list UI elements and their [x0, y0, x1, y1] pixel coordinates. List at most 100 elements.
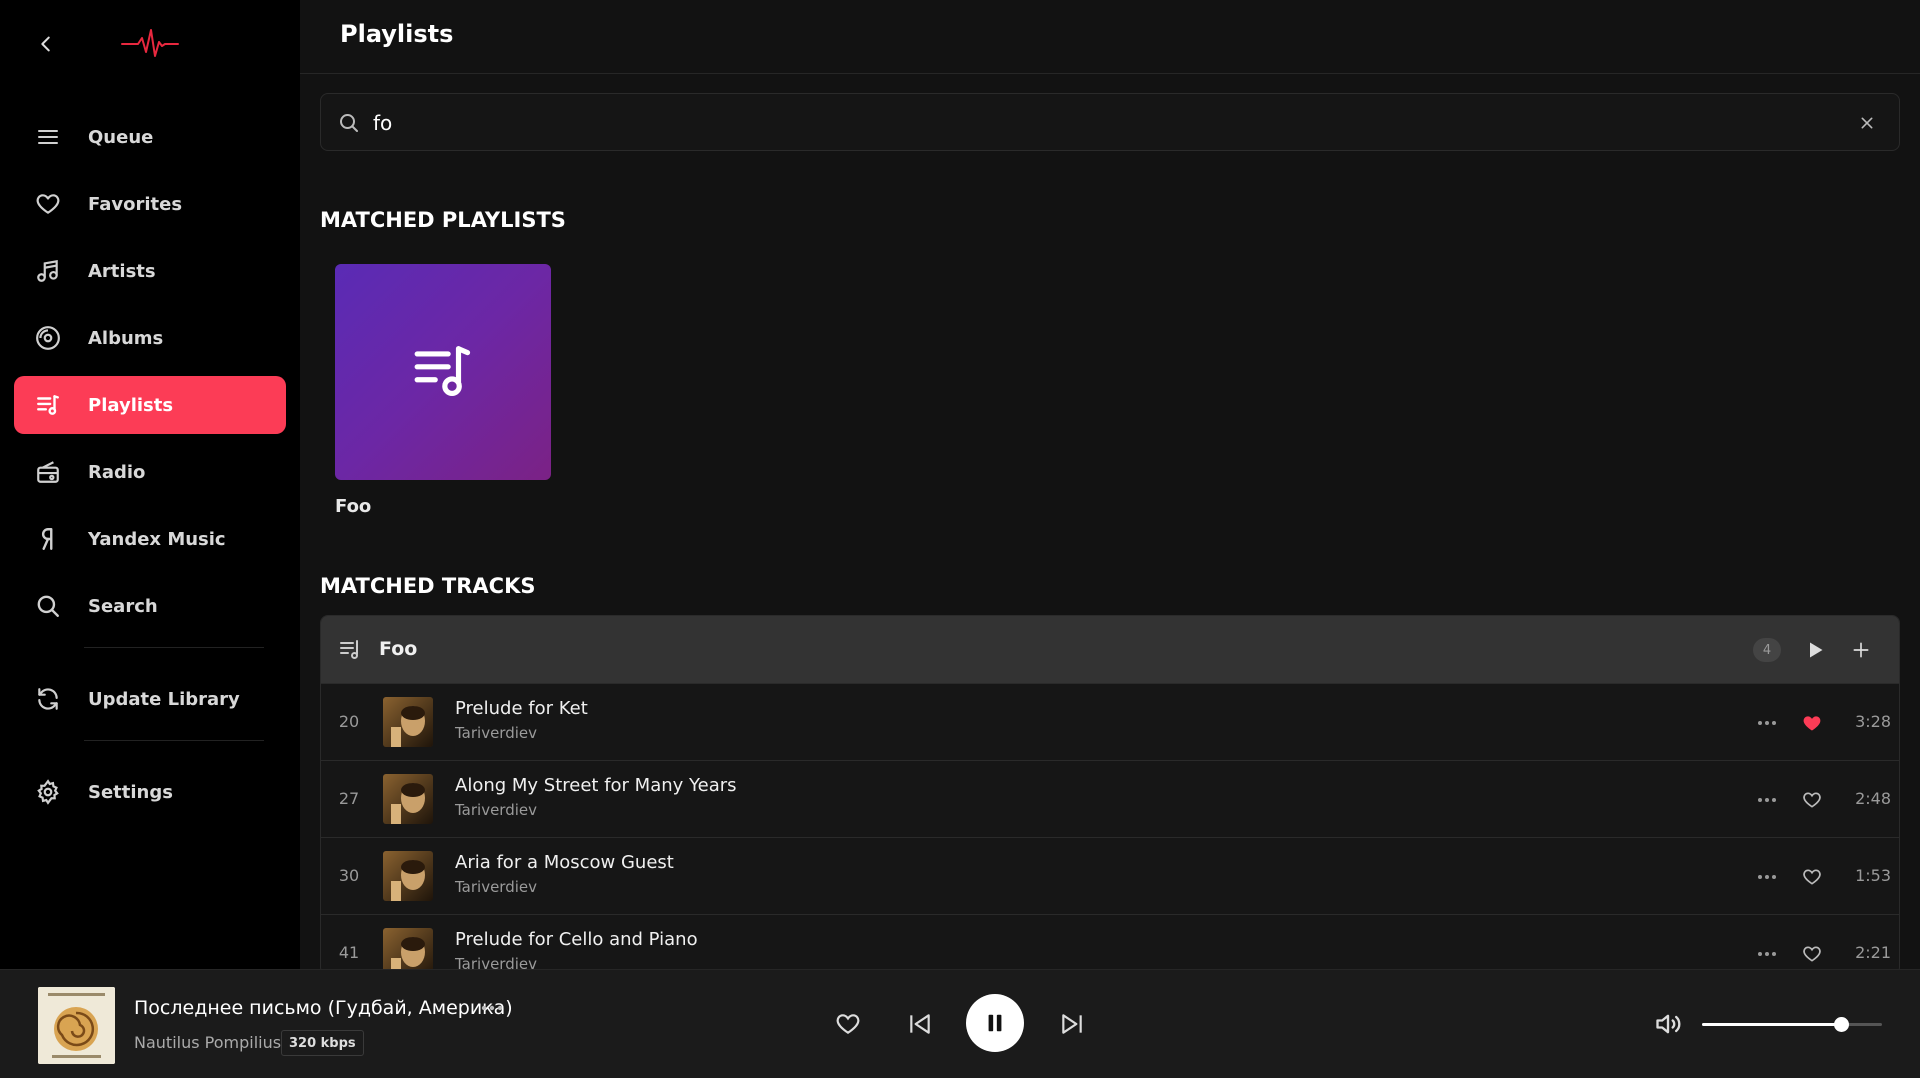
gear-icon [34, 778, 62, 806]
sidebar-item-playlists[interactable]: Playlists [14, 376, 286, 434]
update-library-label: Update Library [88, 688, 240, 710]
sidebar-item-queue[interactable]: Queue [14, 108, 286, 166]
track-title: Aria for a Moscow Guest [455, 852, 674, 873]
heart-icon [1803, 792, 1821, 808]
main-content: Playlists MATCHED PLAYLISTS Foo MATCHED … [300, 0, 1920, 969]
track-like-button[interactable] [1798, 709, 1826, 737]
clear-search-button[interactable] [1855, 111, 1879, 135]
track-artist: Tariverdiev [455, 955, 538, 969]
bitrate-badge: 320 kbps [281, 1030, 364, 1056]
heart-icon [836, 1014, 860, 1034]
track-title: Prelude for Ket [455, 698, 588, 719]
track-more-button[interactable] [1753, 786, 1781, 814]
radio-icon [34, 458, 62, 486]
track-row[interactable]: 27 Along My Street for Many Years Tarive… [321, 761, 1899, 838]
track-artist: Tariverdiev [455, 724, 538, 742]
sidebar-item-albums[interactable]: Albums [14, 309, 286, 367]
sidebar-item-label: Playlists [88, 394, 174, 416]
playlist-icon [340, 640, 358, 659]
settings-button[interactable]: Settings [14, 763, 286, 821]
sidebar: Queue Favorites Artists Albums Playlists [0, 0, 300, 969]
next-track-button[interactable] [1056, 1008, 1088, 1040]
sidebar-item-label: Search [88, 595, 158, 617]
track-duration: 2:21 [1855, 943, 1891, 962]
track-like-button[interactable] [1798, 786, 1826, 814]
back-button[interactable] [30, 28, 62, 60]
more-horizontal-icon [1758, 721, 1776, 725]
previous-track-button[interactable] [904, 1008, 936, 1040]
sidebar-item-label: Radio [88, 461, 146, 483]
plus-icon [1853, 642, 1869, 658]
track-like-button[interactable] [1798, 863, 1826, 891]
track-row[interactable]: 20 Prelude for Ket Tariverdiev 3:28 [321, 684, 1899, 761]
more-horizontal-icon [1758, 875, 1776, 879]
matched-playlists-heading: MATCHED PLAYLISTS [320, 208, 566, 232]
player-bar: Последнее письмо (Гудбай, Америка) Nauti… [0, 969, 1920, 1078]
volume-knob[interactable] [1833, 1017, 1849, 1032]
volume-slider[interactable] [1702, 1017, 1882, 1032]
track-duration: 3:28 [1855, 712, 1891, 731]
track-number: 27 [338, 789, 360, 808]
heart-icon [1803, 869, 1821, 885]
heart-icon [1803, 946, 1821, 962]
pause-button[interactable] [966, 994, 1024, 1052]
sidebar-item-yandex-music[interactable]: Yandex Music [14, 510, 286, 568]
track-row[interactable]: 30 Aria for a Moscow Guest Tariverdiev 1… [321, 838, 1899, 915]
matched-tracks-heading: MATCHED TRACKS [320, 574, 536, 598]
track-artwork [383, 851, 433, 901]
refresh-icon [34, 685, 62, 713]
track-row[interactable]: 41 Prelude for Cello and Piano Tariverdi… [321, 915, 1899, 969]
now-playing-artwork[interactable] [38, 987, 115, 1064]
sidebar-header [0, 0, 300, 90]
play-all-button[interactable] [1801, 636, 1829, 664]
heart-filled-icon [1803, 716, 1821, 731]
now-playing-more-button[interactable] [476, 994, 508, 1022]
track-number: 30 [338, 866, 360, 885]
skip-forward-icon [1062, 1014, 1082, 1034]
tracks-group-header[interactable]: Foo 4 [321, 616, 1899, 684]
track-artist: Tariverdiev [455, 878, 538, 896]
track-like-button[interactable] [1798, 940, 1826, 968]
track-title: Prelude for Cello and Piano [455, 929, 698, 950]
sidebar-item-search[interactable]: Search [14, 577, 286, 635]
playlist-card[interactable]: Foo [335, 264, 551, 517]
track-more-button[interactable] [1753, 940, 1781, 968]
sidebar-item-artists[interactable]: Artists [14, 242, 286, 300]
now-playing-title[interactable]: Последнее письмо (Гудбай, Америка) [134, 997, 513, 1019]
page-title: Playlists [340, 20, 454, 48]
playlist-icon [34, 391, 62, 419]
track-number: 20 [338, 712, 360, 731]
sidebar-item-radio[interactable]: Radio [14, 443, 286, 501]
playlist-name: Foo [335, 496, 372, 517]
track-more-button[interactable] [1753, 863, 1781, 891]
album-icon [34, 324, 62, 352]
heart-icon [34, 190, 62, 218]
sidebar-item-label: Favorites [88, 193, 183, 215]
like-button[interactable] [832, 1008, 864, 1040]
track-title: Along My Street for Many Years [455, 775, 737, 796]
playlist-cover [335, 264, 551, 480]
pause-icon [988, 1014, 1002, 1032]
update-library-button[interactable]: Update Library [14, 670, 286, 728]
track-artwork [383, 928, 433, 969]
track-artwork [383, 774, 433, 824]
add-button[interactable] [1847, 636, 1875, 664]
track-duration: 2:48 [1855, 789, 1891, 808]
sidebar-item-label: Albums [88, 327, 164, 349]
tracks-group-name: Foo [379, 638, 418, 660]
track-artwork [383, 697, 433, 747]
sidebar-item-label: Yandex Music [88, 528, 226, 550]
now-playing-artist[interactable]: Nautilus Pompilius [134, 1033, 281, 1052]
search-input[interactable] [373, 106, 1813, 140]
playlist-icon [414, 346, 471, 397]
track-more-button[interactable] [1753, 709, 1781, 737]
volume-fill [1702, 1023, 1841, 1026]
sidebar-item-favorites[interactable]: Favorites [14, 175, 286, 233]
more-horizontal-icon [481, 1005, 503, 1011]
sidebar-divider [84, 647, 264, 648]
sidebar-item-label: Queue [88, 126, 154, 148]
volume-icon[interactable] [1654, 1010, 1682, 1038]
track-number: 41 [338, 943, 360, 962]
search-icon [34, 592, 62, 620]
yandex-icon [34, 525, 62, 553]
